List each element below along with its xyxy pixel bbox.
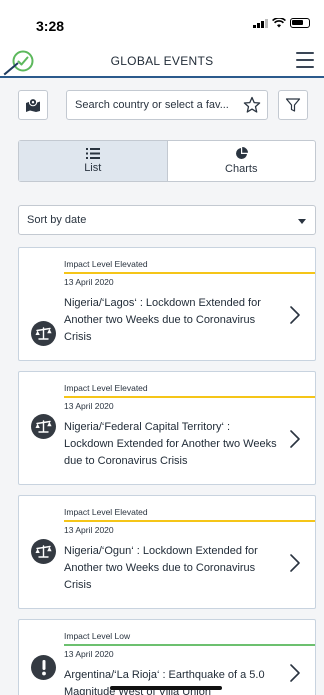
impact-level: Impact Level Elevated [64, 507, 148, 517]
event-card[interactable]: Impact Level Low 13 April 2020 Argentina/‘… [18, 619, 316, 695]
scales-icon [31, 539, 56, 564]
event-card[interactable]: Impact Level Elevated 13 April 2020 Nigeri… [18, 247, 316, 361]
impact-level: Impact Level Elevated [64, 383, 148, 393]
search-row: Search country or select a fav... [0, 86, 324, 128]
event-date: 13 April 2020 [64, 401, 114, 411]
hamburger-icon[interactable] [296, 52, 314, 68]
event-headline: Nigeria/‘Federal Capital Territory‘ : Lo… [64, 421, 277, 467]
chevron-right-icon[interactable] [289, 305, 301, 325]
map-button[interactable] [18, 90, 48, 120]
impact-level-bar [64, 272, 315, 274]
filter-button[interactable] [278, 90, 308, 120]
status-icons [253, 18, 310, 28]
list-icon [85, 148, 100, 159]
top-nav: GLOBAL EVENTS [0, 44, 324, 78]
wifi-icon [272, 18, 286, 28]
event-date: 13 April 2020 [64, 277, 114, 287]
star-icon[interactable] [243, 96, 261, 114]
sort-dropdown[interactable]: Sort by date [18, 205, 316, 235]
event-date: 13 April 2020 [64, 525, 114, 535]
home-indicator [110, 686, 222, 690]
search-input[interactable]: Search country or select a fav... [66, 90, 268, 120]
status-bar: 3:28 [0, 0, 324, 44]
alert-icon [31, 655, 56, 680]
pie-chart-icon [235, 147, 248, 159]
charts-view-label: Charts [225, 163, 258, 175]
battery-icon [290, 18, 310, 28]
impact-level-bar [64, 520, 315, 522]
chevron-right-icon[interactable] [289, 553, 301, 573]
chevron-right-icon[interactable] [289, 663, 301, 683]
impact-level-bar [64, 396, 315, 398]
event-headline: Nigeria/‘Ogun‘ : Lockdown Extended for A… [64, 545, 258, 591]
scales-icon [31, 321, 56, 346]
chevron-right-icon[interactable] [289, 429, 301, 449]
impact-level-bar [64, 644, 315, 646]
list-view-label: List [84, 162, 102, 174]
impact-level: Impact Level Low [64, 631, 131, 641]
sort-label: Sort by date [27, 214, 87, 226]
list-view-tab[interactable]: List [19, 141, 168, 181]
status-time: 3:28 [36, 18, 65, 34]
scales-icon [31, 414, 56, 439]
charts-view-tab[interactable]: Charts [168, 141, 316, 181]
search-placeholder: Search country or select a fav... [75, 99, 229, 111]
event-card[interactable]: Impact Level Elevated 13 April 2020 Nigeri… [18, 495, 316, 609]
event-headline: Nigeria/‘Lagos‘ : Lockdown Extended for … [64, 297, 261, 343]
event-date: 13 April 2020 [64, 649, 114, 659]
page-title: GLOBAL EVENTS [110, 54, 214, 68]
event-card[interactable]: Impact Level Elevated 13 April 2020 Nigeri… [18, 371, 316, 485]
event-headline: Argentina/‘La Rioja‘ : Earthquake of a 5… [64, 669, 265, 695]
map-pin-icon [26, 98, 40, 112]
impact-level: Impact Level Elevated [64, 259, 148, 269]
filter-icon [285, 98, 301, 112]
view-toggle: List Charts [18, 140, 316, 182]
caret-down-icon [298, 219, 306, 224]
signal-icon [253, 18, 268, 28]
